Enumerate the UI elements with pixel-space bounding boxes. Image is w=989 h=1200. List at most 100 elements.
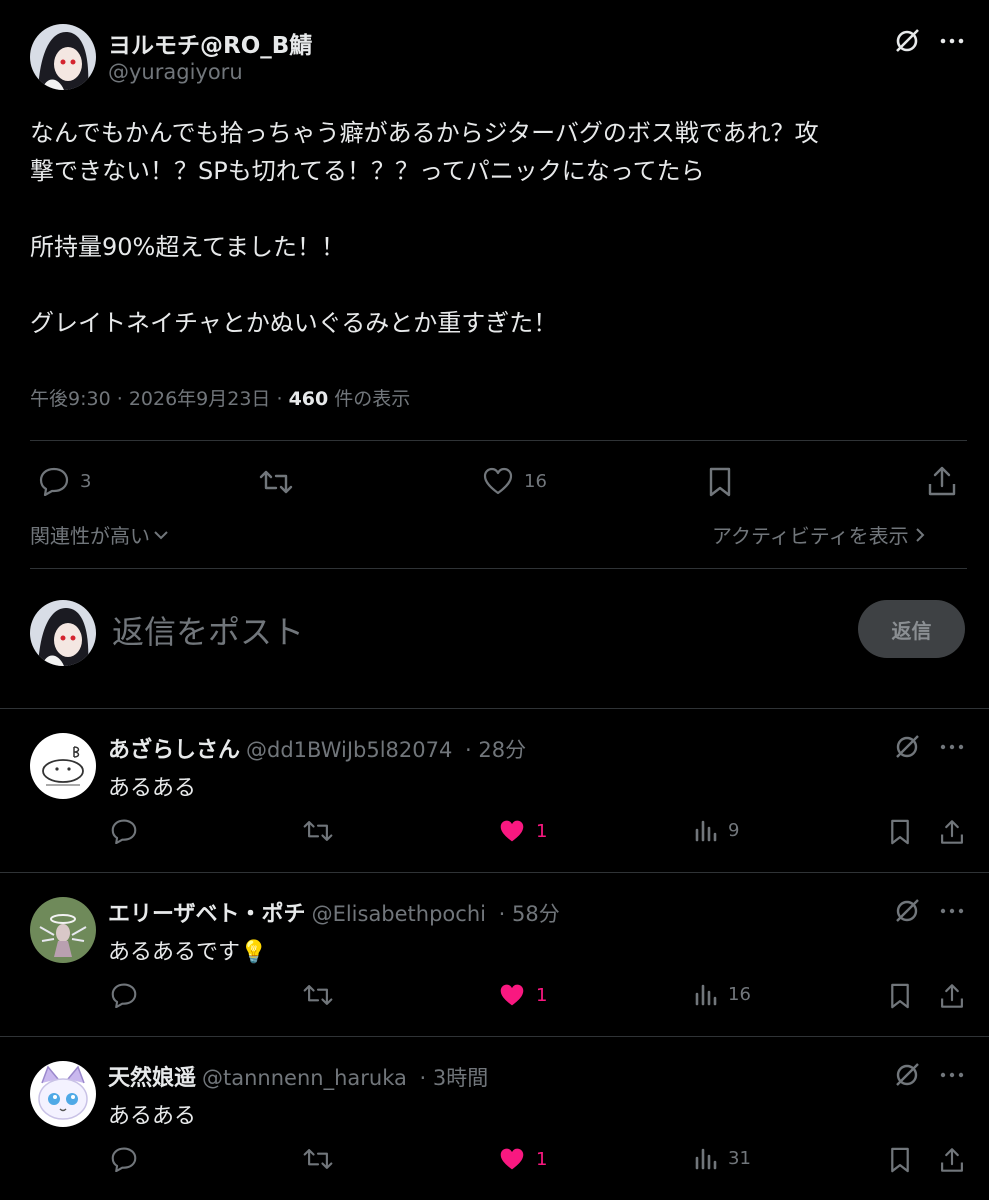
- reply-like-count: 1: [536, 820, 548, 842]
- grok-icon[interactable]: [892, 732, 922, 762]
- reply-icon: [111, 1147, 137, 1172]
- author-name[interactable]: ヨルモチ@RO_B鯖: [108, 26, 312, 60]
- reply-time[interactable]: 28分: [478, 738, 526, 762]
- repost-button[interactable]: [258, 468, 294, 496]
- reply-item[interactable]: 天然娘遥 @tannnenn_haruka · 3時間 あるある 1 31: [0, 1036, 989, 1200]
- reply-text: あるある: [108, 776, 197, 801]
- reply-header: エリーザベト・ポチ @Elisabethpochi · 58分: [108, 896, 560, 928]
- more-icon[interactable]: [938, 1062, 966, 1088]
- bookmark-button[interactable]: [706, 466, 734, 498]
- reply-share-button[interactable]: [938, 982, 966, 1010]
- grok-icon[interactable]: [892, 1060, 922, 1090]
- share-button[interactable]: [926, 464, 958, 498]
- reply-text: あるあるです💡: [108, 940, 268, 965]
- views-count: 460: [288, 388, 329, 410]
- reply-view-count: 9: [728, 819, 740, 841]
- reply-input[interactable]: 返信をポスト: [112, 607, 304, 653]
- reply-view-count: 16: [728, 983, 751, 1005]
- reply-views-button[interactable]: 31: [694, 1146, 751, 1170]
- reply-author-handle[interactable]: @Elisabethpochi: [312, 902, 486, 926]
- share-icon: [941, 820, 963, 844]
- share-icon: [941, 984, 963, 1008]
- more-icon[interactable]: [938, 734, 966, 760]
- my-avatar[interactable]: [30, 600, 96, 666]
- more-icon[interactable]: [938, 28, 966, 54]
- bookmark-icon: [709, 467, 731, 497]
- bookmark-icon: [891, 1147, 909, 1173]
- reply-share-button[interactable]: [938, 1146, 966, 1174]
- reply-header: あざらしさん @dd1BWiJb5l82074 · 28分: [108, 732, 526, 764]
- reply-author-name[interactable]: あざらしさん: [108, 738, 240, 763]
- reply-author-name[interactable]: 天然娘遥: [108, 1066, 196, 1091]
- views-label: 件の表示: [334, 388, 411, 410]
- reply-button[interactable]: 3: [38, 466, 91, 496]
- reply-author-handle[interactable]: @dd1BWiJb5l82074: [246, 738, 452, 762]
- share-icon: [941, 1148, 963, 1172]
- reply-bookmark-button[interactable]: [888, 818, 912, 846]
- analytics-icon: [695, 1148, 717, 1170]
- reply-reply-button[interactable]: [110, 818, 138, 844]
- post-line: [30, 190, 970, 228]
- heart-icon: [483, 467, 513, 495]
- reply-item[interactable]: エリーザベト・ポチ @Elisabethpochi · 58分 あるあるです💡 1…: [0, 872, 989, 1036]
- reply-reply-button[interactable]: [110, 1146, 138, 1172]
- repost-icon: [259, 470, 293, 494]
- view-activity-link[interactable]: アクティビティを表示: [712, 520, 927, 549]
- reply-avatar[interactable]: [30, 897, 96, 963]
- reply-views-button[interactable]: 16: [694, 982, 751, 1006]
- more-icon[interactable]: [938, 898, 966, 924]
- post-line: [30, 266, 970, 304]
- post-date[interactable]: 2026年9月23日: [129, 388, 271, 410]
- reply-bookmark-button[interactable]: [888, 1146, 912, 1174]
- submit-reply-button[interactable]: 返信: [858, 600, 965, 658]
- reply-time[interactable]: 3時間: [433, 1066, 488, 1090]
- post-text: なんでもかんでも拾っちゃう癖があるからジターバグのボス戦であれ？攻 撃できない！…: [30, 114, 970, 342]
- reply-icon: [111, 819, 137, 844]
- reply-like-count: 1: [536, 984, 548, 1006]
- reply-avatar[interactable]: [30, 1061, 96, 1127]
- reply-repost-button[interactable]: [302, 1146, 334, 1172]
- grok-icon[interactable]: [892, 896, 922, 926]
- reply-like-button[interactable]: 1: [498, 818, 547, 844]
- post-line: なんでもかんでも拾っちゃう癖があるからジターバグのボス戦であれ？攻: [30, 119, 819, 147]
- reply-like-count: 1: [536, 1148, 548, 1170]
- reply-text: あるある: [108, 1104, 197, 1129]
- separator: ·: [412, 1066, 433, 1090]
- sort-dropdown[interactable]: 関連性が高い: [30, 520, 170, 549]
- reply-views-button[interactable]: 9: [694, 818, 739, 842]
- sort-label: 関連性が高い: [30, 524, 150, 548]
- reply-like-button[interactable]: 1: [498, 1146, 547, 1172]
- reply-author-name[interactable]: エリーザベト・ポチ: [108, 902, 306, 927]
- heart-filled-icon: [500, 1148, 524, 1170]
- reply-bookmark-button[interactable]: [888, 982, 912, 1010]
- grok-icon[interactable]: [892, 26, 922, 56]
- reply-time[interactable]: 58分: [512, 902, 560, 926]
- repost-icon: [303, 1149, 333, 1169]
- reply-item[interactable]: あざらしさん @dd1BWiJb5l82074 · 28分 あるある 1 9: [0, 708, 989, 872]
- reply-header: 天然娘遥 @tannnenn_haruka · 3時間: [108, 1060, 488, 1092]
- author-handle[interactable]: @yuragiyoru: [108, 60, 243, 84]
- reply-icon: [111, 983, 137, 1008]
- bookmark-icon: [891, 819, 909, 845]
- post-meta: 午後9:30 · 2026年9月23日 · 460 件の表示: [30, 388, 411, 410]
- analytics-icon: [695, 820, 717, 842]
- divider: [30, 440, 967, 441]
- reply-reply-button[interactable]: [110, 982, 138, 1008]
- post-time[interactable]: 午後9:30: [30, 388, 111, 410]
- reply-repost-button[interactable]: [302, 818, 334, 844]
- reply-repost-button[interactable]: [302, 982, 334, 1008]
- reply-like-button[interactable]: 1: [498, 982, 547, 1008]
- reply-view-count: 31: [728, 1147, 751, 1169]
- reply-avatar[interactable]: [30, 733, 96, 799]
- like-button[interactable]: 16: [482, 466, 547, 496]
- separator: ·: [491, 902, 513, 926]
- reply-share-button[interactable]: [938, 818, 966, 846]
- heart-filled-icon: [500, 820, 524, 842]
- reply-author-handle[interactable]: @tannnenn_haruka: [202, 1066, 407, 1090]
- chevron-down-icon: [154, 530, 168, 539]
- repost-icon: [303, 985, 333, 1005]
- heart-filled-icon: [500, 984, 524, 1006]
- repost-icon: [303, 821, 333, 841]
- post-line: 所持量90%超えてました！！: [30, 233, 345, 261]
- author-avatar[interactable]: [30, 24, 96, 90]
